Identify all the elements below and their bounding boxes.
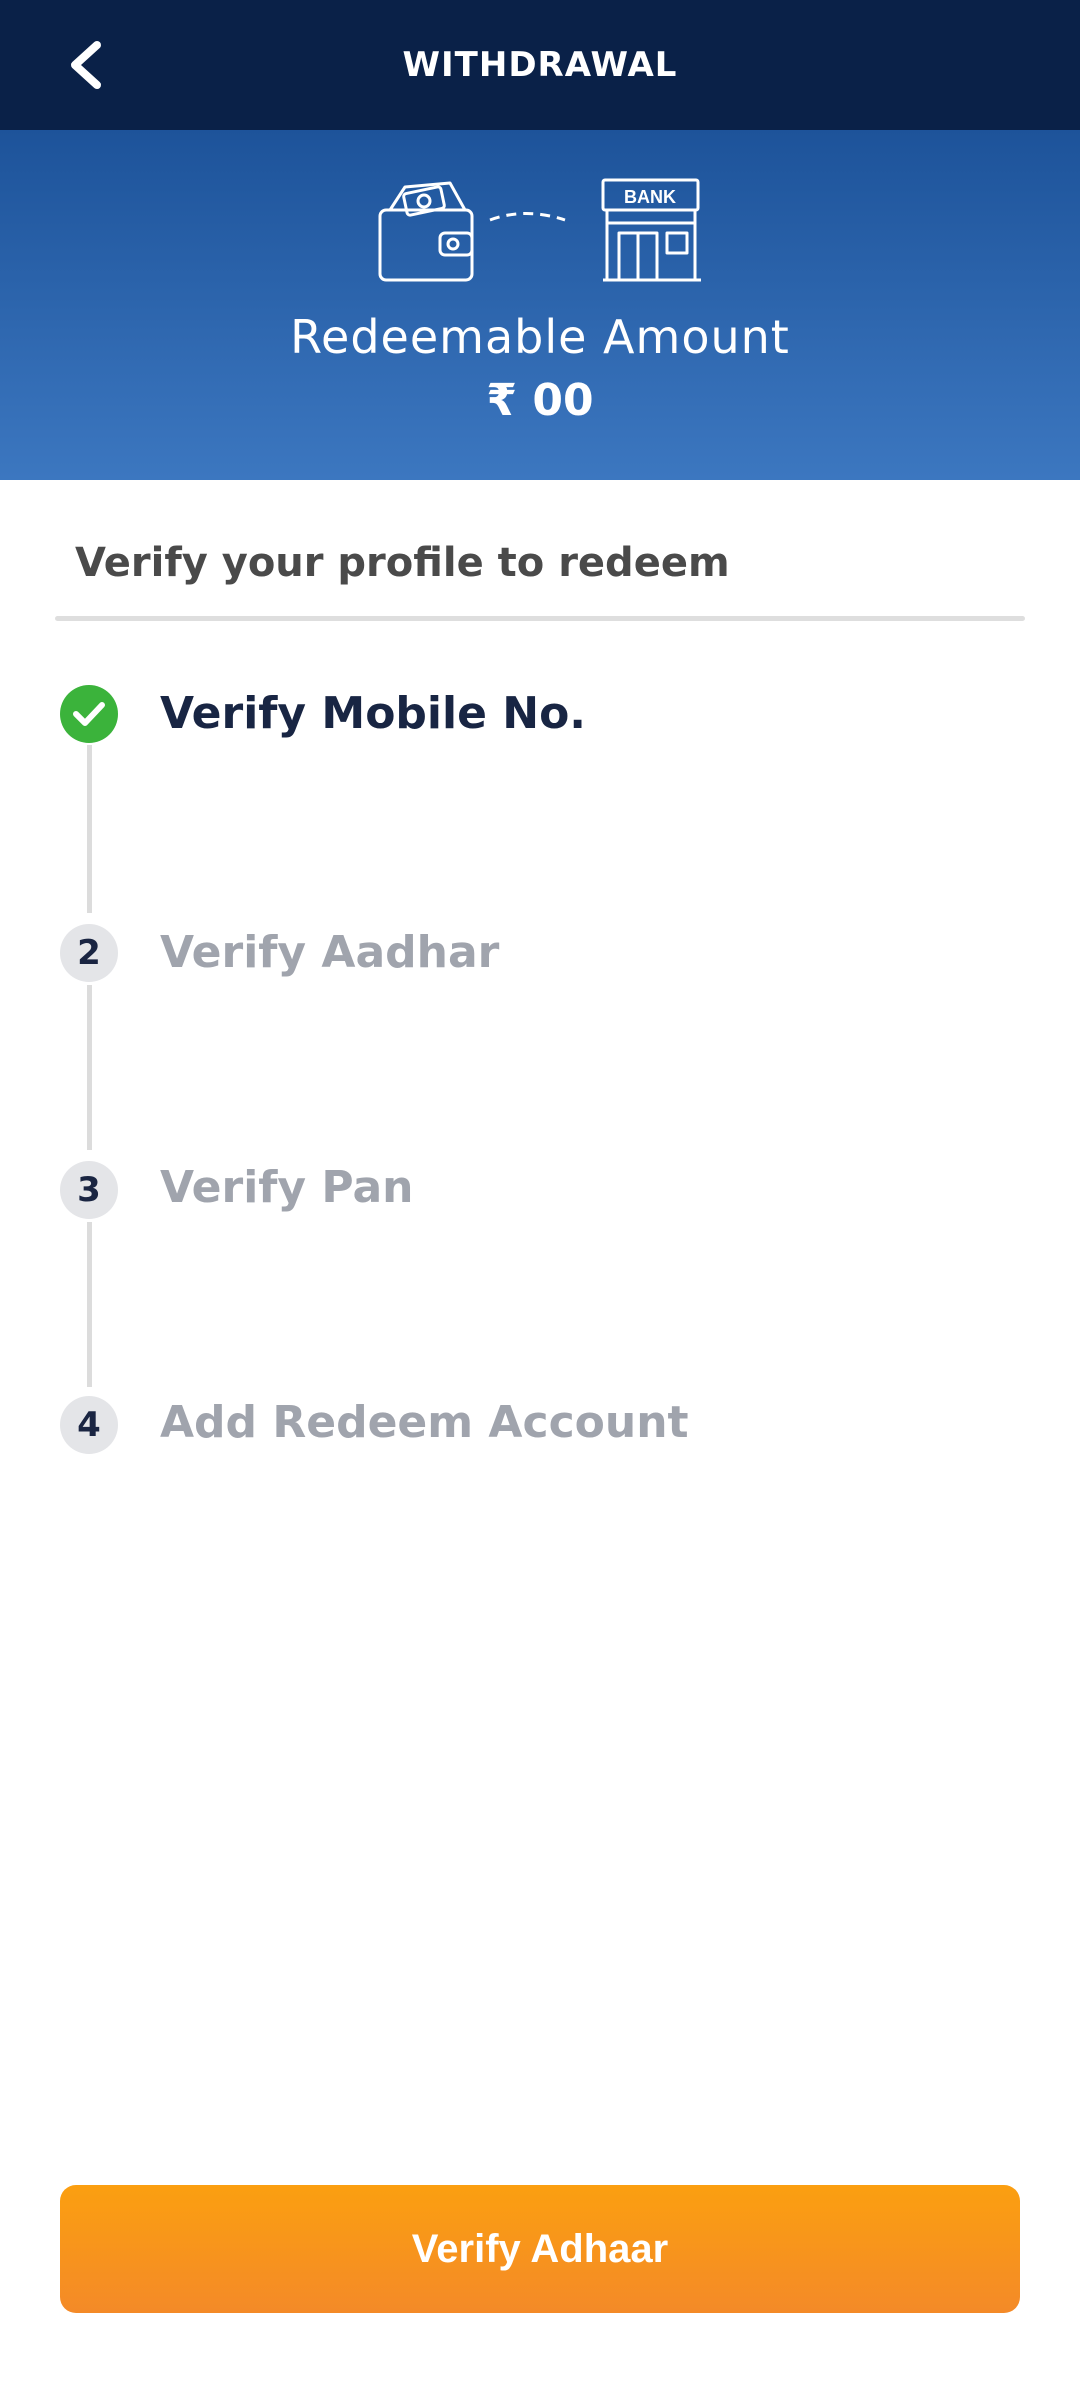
step-2-marker: 2 [60, 924, 118, 982]
check-icon [73, 702, 105, 726]
step-verify-pan: Verify Pan [160, 1162, 414, 1213]
step-connector [87, 1222, 92, 1387]
step-connector [87, 985, 92, 1150]
step-add-redeem-account: Add Redeem Account [160, 1397, 689, 1448]
step-1-complete-marker [60, 685, 118, 743]
verification-stepper: Verify Mobile No. 2 Verify Aadhar 3 Veri… [0, 0, 1080, 2400]
step-verify-mobile: Verify Mobile No. [160, 688, 587, 739]
step-4-marker: 4 [60, 1396, 118, 1454]
step-connector [87, 745, 92, 913]
verify-adhaar-button[interactable]: Verify Adhaar [60, 2185, 1020, 2313]
step-verify-aadhar: Verify Aadhar [160, 927, 500, 978]
step-3-marker: 3 [60, 1161, 118, 1219]
